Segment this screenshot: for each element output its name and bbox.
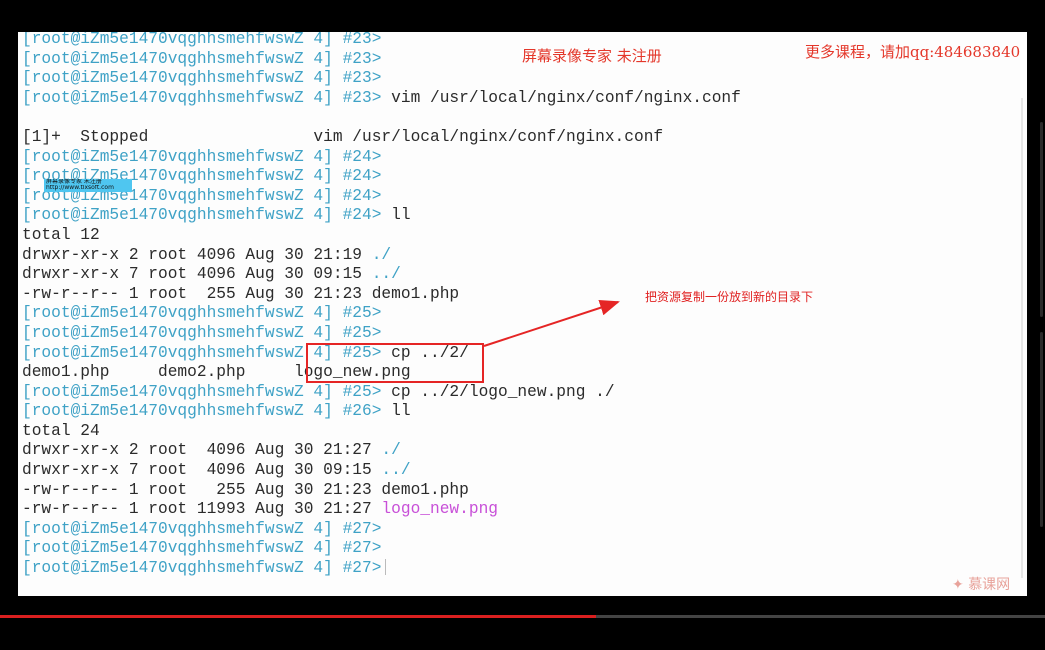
terminal-screen: [root@iZm5e1470vqghhsmehfwswZ 4] #23> [ro… <box>18 32 1027 596</box>
video-progress-bar[interactable] <box>0 615 1045 618</box>
side-indicator-bottom <box>1040 332 1043 527</box>
flame-icon: ✦ <box>952 577 964 593</box>
terminal-scrollbar[interactable] <box>1021 98 1023 578</box>
video-progress-fill <box>0 615 596 618</box>
annotation-arrow <box>483 300 620 347</box>
brand-logo: ✦ 慕课网 <box>952 574 1010 594</box>
side-indicator-top <box>1040 122 1043 317</box>
brand-logo-text: 慕课网 <box>968 577 1011 593</box>
annotation-text: 把资源复制一份放到新的目录下 <box>645 290 814 304</box>
